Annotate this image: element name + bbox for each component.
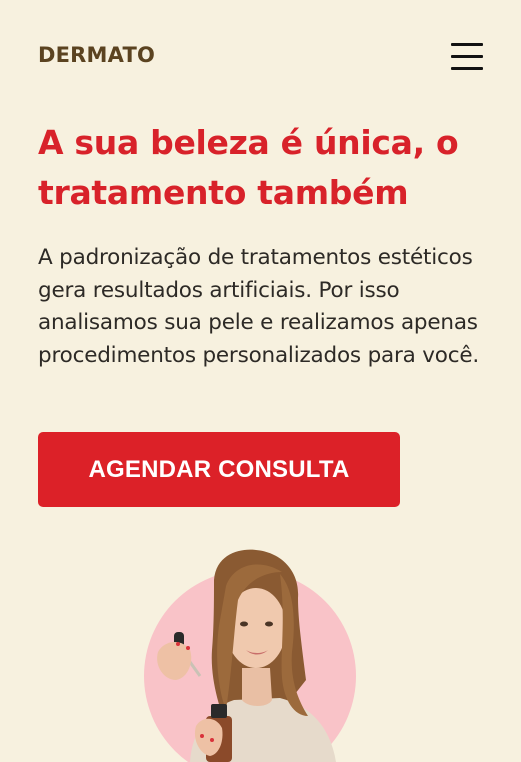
nail [186, 646, 190, 650]
neck [242, 668, 272, 706]
menu-bar-middle [451, 55, 483, 58]
menu-bar-top [451, 43, 483, 46]
site-header: DERMATO [0, 0, 521, 112]
nail [200, 734, 204, 738]
left-eye [240, 621, 248, 627]
right-eye [265, 621, 273, 627]
hero-title: A sua beleza é única, o tratamento també… [38, 123, 459, 212]
hamburger-menu-icon[interactable] [446, 40, 486, 72]
hero-woman-photo [130, 540, 390, 762]
nail [176, 642, 180, 646]
nail [210, 738, 214, 742]
schedule-consultation-button[interactable]: AGENDAR CONSULTA [38, 432, 400, 507]
hero-description: A padronização de tratamentos estéticos … [38, 245, 480, 368]
bottle-cap [211, 704, 227, 718]
site-logo[interactable]: DERMATO [38, 43, 155, 67]
menu-bar-bottom [451, 67, 483, 70]
